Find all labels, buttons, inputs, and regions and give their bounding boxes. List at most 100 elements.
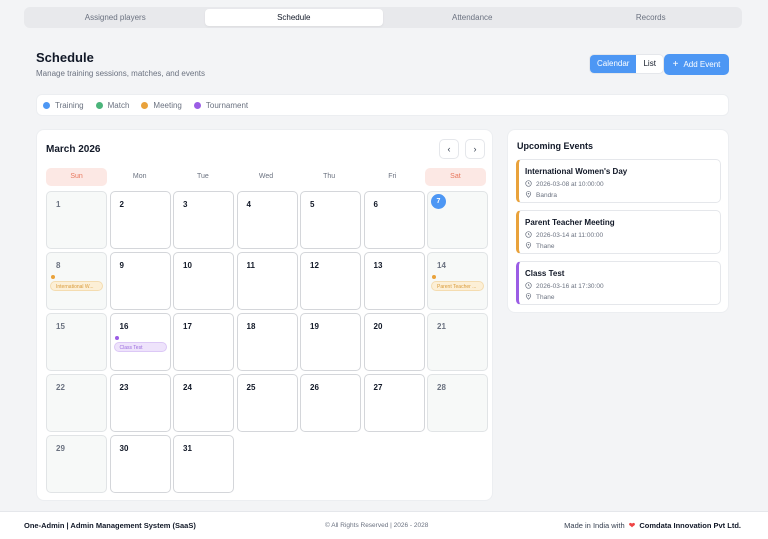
add-event-label: Add Event (683, 60, 721, 69)
event-location: Bandra (536, 192, 557, 199)
tournament-dot-icon (193, 101, 201, 109)
day-number: 23 (119, 383, 129, 392)
footer-app-name: One-Admin | Admin Management System (Saa… (24, 521, 196, 530)
map-pin-icon (525, 242, 532, 251)
upcoming-event-card[interactable]: Class Test 2026-03-16 at 17:30:00 Thane (516, 261, 721, 305)
event-chip[interactable]: Class Test (113, 342, 167, 352)
calendar-day-cell[interactable]: 16 Class Test (109, 313, 171, 371)
legend-label: Meeting (153, 100, 182, 110)
upcoming-event-card[interactable]: Parent Teacher Meeting 2026-03-14 at 11:0… (516, 210, 721, 254)
event-chip[interactable]: Parent Teacher ... (431, 281, 484, 291)
match-dot-icon (95, 101, 103, 109)
weekday-tue: Tue (196, 173, 209, 180)
heart-icon: ❤ (628, 521, 636, 530)
calendar-day-cell[interactable]: 17 (173, 313, 234, 371)
weekday-header: Sun Mon Tue Wed Thu Fri Sat (46, 168, 486, 186)
event-time: 2026-03-08 at 10:00:00 (536, 181, 604, 188)
clock-icon (525, 180, 532, 189)
month-label: March 2026 (46, 144, 101, 155)
calendar-day-cell[interactable]: 29 (46, 435, 107, 493)
footer: One-Admin | Admin Management System (Saa… (0, 511, 768, 539)
calendar-day-cell[interactable]: 19 (300, 313, 361, 371)
event-location-row: Thane (525, 293, 554, 302)
calendar-day-cell[interactable]: 9 (109, 252, 171, 310)
day-number: 17 (183, 322, 192, 331)
calendar-day-cell[interactable]: 30 (109, 435, 171, 493)
legend-item-meeting: Meeting (141, 100, 182, 110)
day-number: 15 (56, 322, 65, 331)
calendar-empty-cell (427, 435, 488, 493)
footer-credit-prefix: Made in India with (564, 521, 625, 530)
list-view-button[interactable]: List (636, 55, 662, 73)
weekday-mon: Mon (132, 173, 147, 180)
chevron-left-icon: ‹ (447, 144, 451, 154)
calendar-day-cell[interactable]: 26 (300, 374, 361, 432)
day-number: 18 (246, 322, 256, 331)
calendar-day-cell[interactable]: 12 (300, 252, 361, 310)
previous-month-button[interactable]: ‹ (439, 139, 459, 159)
day-number: 6 (373, 200, 378, 209)
legend-label: Tournament (205, 100, 249, 110)
day-number: 2 (119, 200, 124, 209)
day-number: 13 (373, 261, 383, 270)
day-number: 3 (183, 200, 188, 209)
calendar-view-button[interactable]: Calendar (590, 55, 637, 73)
next-month-button[interactable]: › (465, 139, 485, 159)
calendar-day-cell[interactable]: 6 (363, 191, 425, 249)
calendar-day-cell[interactable]: 7 (427, 191, 488, 249)
calendar-day-cell[interactable]: 1 (46, 191, 107, 249)
day-number: 28 (437, 383, 446, 392)
day-number: 9 (119, 261, 124, 270)
calendar-day-cell[interactable]: 2 (109, 191, 171, 249)
calendar-day-cell[interactable]: 20 (363, 313, 425, 371)
event-chip[interactable]: International W... (50, 281, 103, 291)
calendar-day-cell[interactable]: 28 (427, 374, 488, 432)
calendar-day-cell[interactable]: 5 (300, 191, 361, 249)
calendar-day-cell[interactable]: 27 (363, 374, 425, 432)
calendar-day-cell[interactable]: 11 (236, 252, 298, 310)
calendar-day-cell[interactable]: 8 International W... (46, 252, 107, 310)
calendar-grid: 1 2 3 4 5 6 7 8 International W... 9 10 11 12 13 14 Par… (46, 191, 488, 493)
day-number: 8 (56, 261, 61, 270)
calendar-day-cell[interactable]: 18 (236, 313, 298, 371)
day-number: 4 (246, 200, 251, 209)
event-time: 2026-03-16 at 17:30:00 (536, 283, 604, 290)
map-pin-icon (525, 191, 532, 200)
footer-copyright: © All Rights Reserved | 2026 - 2028 (325, 522, 429, 529)
event-dot-icon (51, 275, 55, 279)
footer-company-link[interactable]: Comdata Innovation Pvt Ltd. (639, 521, 741, 530)
event-location: Thane (536, 243, 555, 250)
event-name: Parent Teacher Meeting (525, 218, 615, 227)
calendar-day-cell[interactable]: 31 (173, 435, 234, 493)
calendar-day-cell[interactable]: 24 (173, 374, 234, 432)
tab-attendance[interactable]: Attendance (383, 9, 562, 26)
view-toggle: Calendar List (589, 54, 664, 74)
day-number: 5 (310, 200, 315, 209)
weekday-thu: Thu (323, 173, 336, 180)
event-location-row: Bandra (525, 191, 557, 200)
calendar-day-cell[interactable]: 23 (109, 374, 171, 432)
calendar-day-cell[interactable]: 25 (236, 374, 298, 432)
calendar-day-cell[interactable]: 22 (46, 374, 107, 432)
tab-assigned-players[interactable]: Assigned players (26, 9, 205, 26)
day-number: 14 (437, 261, 446, 270)
calendar-day-cell[interactable]: 13 (363, 252, 425, 310)
today-marker: 7 (431, 194, 446, 209)
add-event-button[interactable]: + Add Event (664, 54, 729, 75)
event-dot-icon (114, 336, 119, 340)
day-number: 25 (246, 383, 256, 392)
tab-schedule[interactable]: Schedule (204, 9, 383, 26)
calendar-day-cell[interactable]: 10 (173, 252, 234, 310)
event-name: International Women's Day (525, 167, 628, 176)
calendar-day-cell[interactable]: 3 (173, 191, 234, 249)
calendar-day-cell[interactable]: 15 (46, 313, 107, 371)
legend-label: Training (55, 100, 84, 110)
upcoming-event-card[interactable]: International Women's Day 2026-03-08 at 1… (516, 159, 721, 203)
calendar-day-cell[interactable]: 14 Parent Teacher ... (427, 252, 488, 310)
calendar-panel: March 2026 ‹ › Sun Mon Tue Wed Thu Fri S… (36, 129, 493, 501)
calendar-day-cell[interactable]: 21 (427, 313, 488, 371)
page-subtitle: Manage training sessions, matches, and e… (36, 69, 205, 78)
tab-records[interactable]: Records (562, 9, 741, 26)
day-number: 26 (310, 383, 319, 392)
calendar-day-cell[interactable]: 4 (236, 191, 298, 249)
